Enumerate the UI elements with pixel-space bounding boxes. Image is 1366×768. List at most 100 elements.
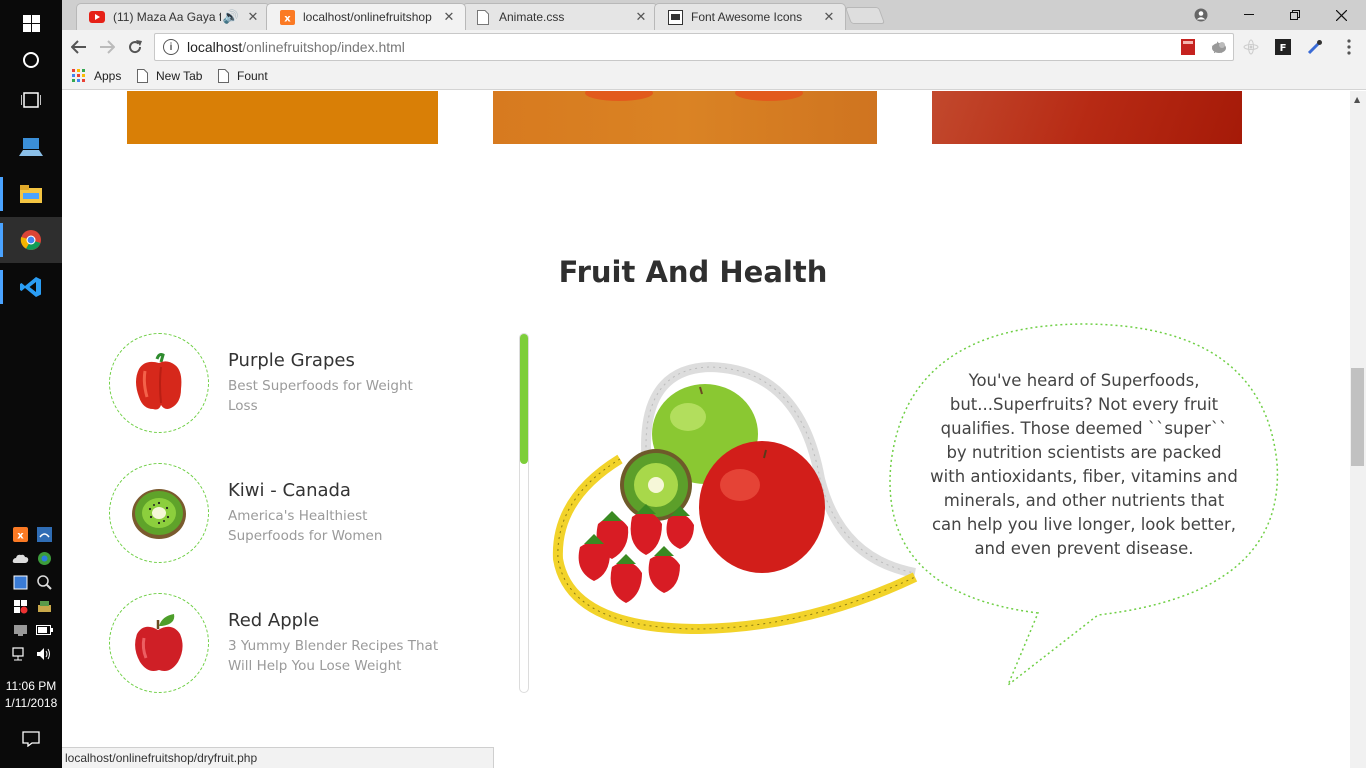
extension-red-icon[interactable] xyxy=(1179,38,1197,56)
fruit-thumb-circle xyxy=(109,333,209,433)
list-scrollbar-thumb[interactable] xyxy=(520,334,528,464)
page-viewport: Fruit And Health Purple Grapes Best Supe… xyxy=(62,91,1350,768)
extension-gray-icon[interactable] xyxy=(1210,38,1228,56)
close-tab-icon[interactable]: ✕ xyxy=(439,9,459,25)
section-title: Fruit And Health xyxy=(558,255,828,289)
extension-fa-icon[interactable]: F xyxy=(1274,38,1292,56)
tab-title: (11) Maza Aa Gaya full xyxy=(113,10,221,24)
restore-button[interactable] xyxy=(1272,0,1318,30)
bubble-text: You've heard of Superfoods, but...Superf… xyxy=(930,371,1238,558)
wifi-manager-icon[interactable] xyxy=(32,523,56,545)
scroll-up-arrow-icon[interactable]: ▲ xyxy=(1354,95,1360,104)
speaker-icon[interactable]: 🔊 xyxy=(221,9,241,25)
back-button[interactable] xyxy=(68,36,90,58)
page-icon xyxy=(218,69,229,83)
bookmark-apps[interactable]: Apps xyxy=(72,69,121,83)
page-icon xyxy=(137,69,148,83)
tab-youtube[interactable]: (11) Maza Aa Gaya full 🔊 ✕ xyxy=(76,3,270,30)
banner-image-red[interactable] xyxy=(932,91,1242,144)
extension-react-icon[interactable] xyxy=(1242,38,1260,56)
red-apple-image xyxy=(135,614,183,671)
vscode-icon[interactable] xyxy=(0,264,62,310)
xampp-tray-icon[interactable]: x xyxy=(8,523,32,545)
storage-tray-icon[interactable] xyxy=(32,595,56,617)
close-window-button[interactable] xyxy=(1318,0,1364,30)
bookmark-fount[interactable]: Fount xyxy=(218,69,268,83)
monitor-tray-icon[interactable] xyxy=(8,619,32,641)
windows-pc-icon[interactable] xyxy=(0,124,62,170)
tab-title: Font Awesome Icons xyxy=(691,10,803,24)
page-scrollbar-thumb[interactable] xyxy=(1351,368,1364,466)
browser-tray-icon[interactable] xyxy=(32,547,56,569)
close-tab-icon[interactable]: ✕ xyxy=(243,9,263,25)
fruit-item-title[interactable]: Purple Grapes xyxy=(228,350,355,371)
tab-title: localhost/onlinefruitshop xyxy=(303,10,432,24)
volume-icon[interactable] xyxy=(32,643,56,665)
fruit-thumb-circle xyxy=(109,593,209,693)
bookmark-label: New Tab xyxy=(156,69,203,83)
banner-image-orange[interactable] xyxy=(127,91,438,144)
action-center-icon[interactable] xyxy=(0,716,62,762)
page-scrollbar[interactable]: ▲ xyxy=(1350,91,1366,768)
list-scrollbar[interactable] xyxy=(519,333,529,693)
tab-font-awesome[interactable]: Font Awesome Icons ✕ xyxy=(654,3,846,30)
fruit-item-title[interactable]: Red Apple xyxy=(228,610,319,631)
onedrive-icon[interactable] xyxy=(8,547,32,569)
close-tab-icon[interactable]: ✕ xyxy=(631,9,651,25)
display-tray-icon[interactable] xyxy=(8,571,32,593)
fruit-item-desc: America's Healthiest Superfoods for Wome… xyxy=(228,508,383,544)
taskbar-clock[interactable]: 11:06 PM 1/11/2018 xyxy=(0,678,62,712)
battery-icon[interactable] xyxy=(32,619,56,641)
url-host: localhost xyxy=(187,39,243,55)
svg-text:F: F xyxy=(1280,43,1287,54)
browser-toolbar: i localhost/onlinefruitshop/index.html ☆… xyxy=(62,30,1366,64)
svg-text:x: x xyxy=(284,13,291,24)
security-tray-icon[interactable] xyxy=(8,595,32,617)
minimize-button[interactable] xyxy=(1226,0,1272,30)
reload-button[interactable] xyxy=(124,36,146,58)
windows-taskbar: x 11:06 PM 1/11/2018 xyxy=(0,0,62,768)
system-tray: x xyxy=(8,523,56,665)
task-view-icon[interactable] xyxy=(0,77,62,123)
new-tab-button[interactable] xyxy=(844,7,886,24)
extension-eyedropper-icon[interactable] xyxy=(1306,38,1324,56)
network-tray-icon[interactable] xyxy=(32,571,56,593)
network-wired-icon[interactable] xyxy=(8,643,32,665)
clock-date: 1/11/2018 xyxy=(4,696,58,710)
red-pepper-image xyxy=(136,353,182,410)
info-icon[interactable]: i xyxy=(163,39,179,55)
tab-animate-css[interactable]: Animate.css ✕ xyxy=(462,3,658,30)
svg-text:x: x xyxy=(17,530,24,541)
tab-title: Animate.css xyxy=(499,10,565,24)
kiwi-image xyxy=(132,489,186,539)
address-bar[interactable]: i localhost/onlinefruitshop/index.html ☆ xyxy=(154,33,1234,61)
fruit-list-item[interactable]: Purple Grapes Best Superfoods for Weight… xyxy=(109,333,509,433)
bookmark-label: Fount xyxy=(237,69,268,83)
fruit-item-title[interactable]: Kiwi - Canada xyxy=(228,480,351,501)
banner-image-citrus[interactable] xyxy=(493,91,877,144)
forward-button[interactable] xyxy=(96,36,118,58)
fruit-item-desc: Best Superfoods for Weight Loss xyxy=(228,378,413,414)
clock-time: 11:06 PM xyxy=(5,679,57,693)
url-path: /onlinefruitshop/index.html xyxy=(242,39,405,55)
status-bar-url: localhost/onlinefruitshop/dryfruit.php xyxy=(62,747,494,768)
chrome-icon[interactable] xyxy=(0,217,62,263)
xampp-icon: x xyxy=(279,9,295,25)
fruit-thumb-circle xyxy=(109,463,209,563)
close-tab-icon[interactable]: ✕ xyxy=(819,9,839,25)
profile-icon[interactable] xyxy=(1178,0,1224,30)
font-awesome-icon xyxy=(667,9,683,25)
fruit-list-item[interactable]: Kiwi - Canada America's Healthiest Super… xyxy=(109,463,509,563)
file-explorer-icon[interactable] xyxy=(0,171,62,217)
bookmark-new-tab[interactable]: New Tab xyxy=(137,69,202,83)
fruit-item-desc: 3 Yummy Blender Recipes That Will Help Y… xyxy=(228,638,439,674)
document-icon xyxy=(475,9,491,25)
fruit-health-image xyxy=(552,361,918,635)
chrome-menu-icon[interactable] xyxy=(1340,38,1358,56)
fruit-list-item[interactable]: Red Apple 3 Yummy Blender Recipes That W… xyxy=(109,593,509,693)
tab-onlinefruitshop[interactable]: x localhost/onlinefruitshop ✕ xyxy=(266,3,466,30)
bookmark-label: Apps xyxy=(94,69,122,83)
fruit-slice-image xyxy=(585,91,803,101)
browser-tab-strip: (11) Maza Aa Gaya full 🔊 ✕ x localhost/o… xyxy=(62,0,1366,30)
youtube-icon xyxy=(89,9,105,25)
